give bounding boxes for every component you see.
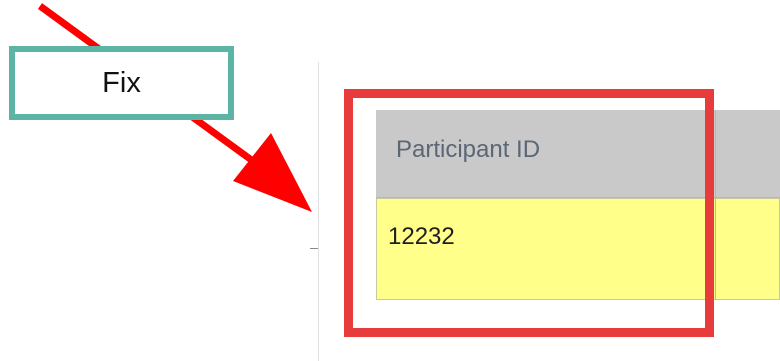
fix-callout-label: Fix [102,67,141,99]
column-divider [715,110,716,300]
red-highlight-box [344,89,714,337]
fix-callout: Fix [9,46,234,120]
panel-edge-tick [310,248,318,249]
